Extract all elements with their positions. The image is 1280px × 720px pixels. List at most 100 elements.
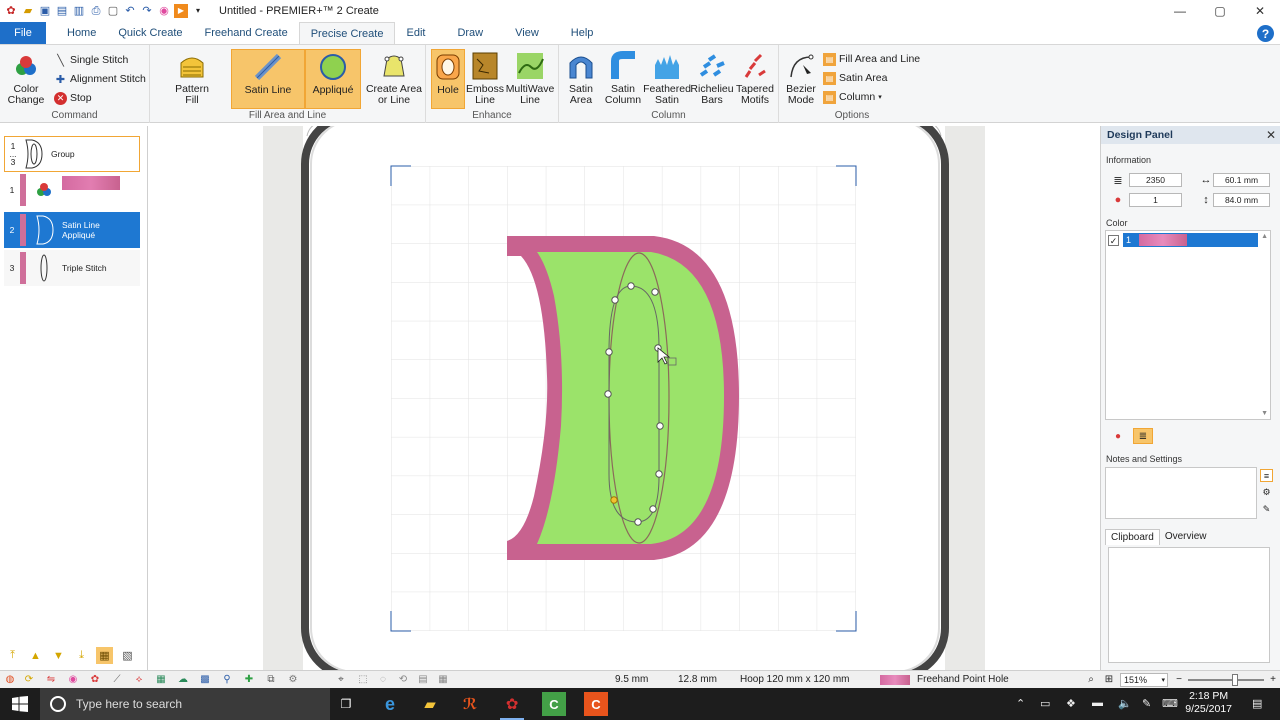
thread-list-icon[interactable]: ≣ (1133, 428, 1153, 444)
mirror-icon[interactable]: ⇋ (44, 673, 58, 686)
satin-area-button[interactable]: Satin Area (565, 51, 597, 106)
notifications-icon[interactable]: ▤ (1252, 697, 1262, 710)
undo-icon[interactable]: ↶ (123, 4, 137, 18)
hole-button[interactable]: Hole (431, 49, 465, 109)
fill-area-and-line-options-button[interactable]: ▤ Fill Area and Line (823, 50, 920, 68)
pattern-fill-button[interactable]: Pattern Fill (168, 51, 216, 106)
richelieu-bars-button[interactable]: Richelieu Bars (690, 51, 734, 106)
taskbar-clock[interactable]: 2:18 PM 9/25/2017 (1185, 690, 1232, 716)
redo-icon[interactable]: ↷ (140, 4, 154, 18)
open-icon[interactable]: ▰ (21, 4, 35, 18)
feathered-satin-button[interactable]: Feathered Satin (643, 51, 691, 106)
tab-edit[interactable]: Edit (395, 22, 436, 44)
premier-app-icon[interactable]: ℛ (458, 692, 482, 716)
zoom-out-icon[interactable]: − (1172, 673, 1186, 686)
app-status-icon[interactable]: ◍ (3, 673, 17, 686)
task-view-icon[interactable]: ❐ (334, 692, 358, 716)
sequence-row-triple-stitch[interactable]: 3 Triple Stitch (4, 250, 140, 286)
start-button[interactable] (0, 688, 40, 720)
color-wheel-icon[interactable]: ◉ (157, 4, 171, 18)
zoom-slider[interactable] (1188, 679, 1264, 681)
figure-icon[interactable]: ⚲ (220, 673, 234, 686)
tab-quick-create[interactable]: Quick Create (107, 22, 193, 44)
notes-box[interactable] (1105, 467, 1257, 519)
settings-icon[interactable]: ⚙ (1260, 486, 1273, 499)
gear-icon[interactable]: ⚙ (286, 673, 300, 686)
canvas[interactable] (149, 126, 1099, 670)
color-checkbox[interactable]: ✓ (1108, 234, 1119, 246)
select-box-icon[interactable]: ⬚ (356, 673, 370, 686)
close-icon[interactable]: ✕ (1266, 128, 1276, 142)
layout-icon[interactable]: ▦ (154, 673, 168, 686)
ungroup-icon[interactable]: ▧ (119, 647, 136, 664)
align-icon[interactable]: ▤ (416, 673, 430, 686)
move-down-icon[interactable]: ▼ (50, 647, 67, 664)
zoom-fit-icon[interactable]: ⊞ (1102, 673, 1116, 686)
maximize-button[interactable]: ▢ (1200, 0, 1240, 22)
app-logo-icon[interactable]: ✿ (4, 4, 18, 18)
rotate-icon[interactable]: ⟳ (22, 673, 36, 686)
minimize-button[interactable]: — (1160, 0, 1200, 22)
tab-freehand-create[interactable]: Freehand Create (194, 22, 299, 44)
zoom-in-icon[interactable]: + (1266, 673, 1280, 686)
move-to-first-icon[interactable]: ⤒ (4, 647, 21, 664)
color-list-item[interactable]: ✓ 1 (1108, 233, 1258, 247)
tab-home[interactable]: Home (56, 22, 107, 44)
tab-clipboard[interactable]: Clipboard (1105, 529, 1160, 545)
emboss-line-button[interactable]: Emboss Line (466, 51, 504, 106)
add-icon[interactable]: ✚ (242, 673, 256, 686)
notes-edit-icon[interactable]: ≡ (1260, 469, 1273, 482)
tapered-motifs-button[interactable]: Tapered Motifs (735, 51, 775, 106)
tray-pen-icon[interactable]: ✎ (1142, 697, 1151, 710)
zoom-icon[interactable]: ⌕ (1084, 673, 1098, 686)
stitch-icon[interactable]: ⟡ (132, 673, 146, 686)
play-icon[interactable]: ▶ (174, 4, 188, 18)
lasso-icon[interactable]: ◌ (376, 673, 390, 686)
print-icon[interactable]: ⎙ (89, 4, 103, 18)
multiwave-line-button[interactable]: MultiWave Line (505, 51, 555, 106)
taskbar-search[interactable]: Type here to search (40, 688, 330, 720)
orange-app-icon[interactable]: C (584, 692, 608, 716)
sequence-row-satin-line-applique[interactable]: 2 Satin Line Appliqué (4, 212, 140, 248)
green-app-icon[interactable]: C (542, 692, 566, 716)
flower-icon[interactable]: ✿ (88, 673, 102, 686)
help-icon[interactable]: ? (1257, 25, 1274, 42)
create-area-button[interactable]: Create Area or Line (364, 51, 424, 106)
edge-icon[interactable]: e (378, 692, 402, 716)
tab-precise-create[interactable]: Precise Create (298, 22, 396, 44)
copy-icon[interactable]: ⧉ (264, 673, 278, 686)
scroll-down-icon[interactable]: ▼ (1261, 410, 1268, 417)
satin-column-button[interactable]: Satin Column (603, 51, 643, 106)
tray-device-icon[interactable]: ▭ (1040, 697, 1050, 710)
grid-icon[interactable]: ▩ (198, 673, 212, 686)
bezier-mode-button[interactable]: Bezier Mode (783, 51, 819, 106)
color-change-button[interactable]: Color Change (4, 51, 48, 106)
color-palette-icon[interactable]: ● (1109, 428, 1127, 444)
tray-volume-icon[interactable]: 🔈 (1118, 697, 1132, 710)
color-icon[interactable]: ◉ (66, 673, 80, 686)
tray-dropbox-icon[interactable]: ❖ (1066, 697, 1076, 710)
cloud-icon[interactable]: ☁ (176, 673, 190, 686)
zoom-slider-thumb[interactable] (1232, 674, 1238, 686)
zoom-select[interactable]: 151% ▾ (1120, 673, 1168, 687)
column-options-button[interactable]: ▤ Column ▾ (823, 88, 882, 106)
save-as-icon[interactable]: ▤ (55, 4, 69, 18)
satin-area-options-button[interactable]: ▤ Satin Area (823, 69, 887, 87)
pencil-icon[interactable]: ✎ (1260, 503, 1273, 516)
tray-keyboard-icon[interactable]: ⌨ (1162, 697, 1178, 710)
pointer-icon[interactable]: ⌖ (334, 673, 348, 686)
premier-create-icon[interactable]: ✿ (500, 692, 524, 720)
ruler-icon[interactable]: ⟋ (110, 673, 124, 686)
clipboard-area[interactable] (1108, 547, 1270, 663)
alignment-stitch-button[interactable]: ✚ Alignment Stitch (54, 70, 146, 88)
group-icon[interactable]: ▦ (96, 647, 113, 664)
design-workspace[interactable] (149, 126, 1099, 670)
hoop-icon[interactable]: ▢ (106, 4, 120, 18)
export-icon[interactable]: ▥ (72, 4, 86, 18)
sequence-row-color[interactable]: 1 (4, 172, 140, 208)
qat-dropdown-icon[interactable]: ▾ (191, 4, 205, 18)
satin-line-button[interactable]: Satin Line (231, 49, 305, 109)
color-list[interactable]: ✓ 1 ▲ ▼ (1105, 230, 1271, 420)
tray-network-icon[interactable]: ▬ (1092, 697, 1103, 709)
tab-help[interactable]: Help (560, 22, 605, 44)
